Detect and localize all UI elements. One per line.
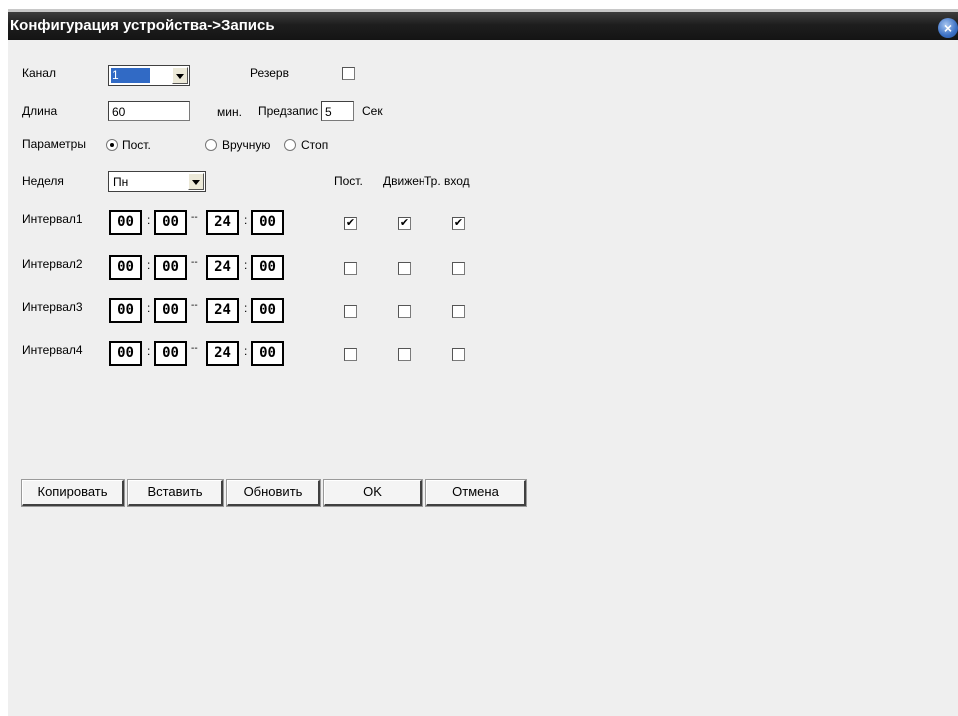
motion-checkbox[interactable] [398,262,411,275]
radio-stop[interactable] [284,139,296,151]
end-minute-input[interactable]: 00 [251,341,284,366]
end-hour-input[interactable]: 24 [206,298,239,323]
col-alarm-header: Тр. вход [424,174,470,188]
window-title: Конфигурация устройства->Запись [10,17,275,34]
length-label: Длина [22,104,58,118]
start-hour-input[interactable]: 00 [109,255,142,280]
channel-select[interactable]: 1 [108,65,190,86]
end-minute-input[interactable]: 00 [251,210,284,235]
time-separator: : [147,344,151,358]
col-motion-header: Движен [383,174,424,188]
alarm-checkbox[interactable] [452,305,465,318]
range-separator: -- [191,257,198,268]
length-input[interactable]: 60 [108,101,190,121]
copy-button[interactable]: Копировать [21,479,125,507]
channel-label: Канал [22,66,56,80]
start-minute-input[interactable]: 00 [154,255,187,280]
interval-label: Интервал1 [22,212,83,226]
radio-const[interactable] [106,139,118,151]
alarm-checkbox[interactable]: ✔ [452,217,465,230]
close-icon[interactable]: × [938,18,958,38]
end-hour-input[interactable]: 24 [206,341,239,366]
interval-label: Интервал4 [22,343,83,357]
alarm-checkbox[interactable] [452,262,465,275]
time-separator: : [147,301,151,315]
week-select[interactable]: Пн [108,171,206,192]
motion-checkbox[interactable] [398,305,411,318]
range-separator: -- [191,343,198,354]
reserve-checkbox[interactable] [342,67,355,80]
config-panel: Канал 1 Резерв Длина 60 мин. Предзапис 5… [8,40,958,716]
start-hour-input[interactable]: 00 [109,298,142,323]
prerecord-label: Предзапис [258,104,319,118]
time-separator: : [244,213,248,227]
end-hour-input[interactable]: 24 [206,210,239,235]
chevron-down-icon[interactable] [172,67,188,84]
time-separator: : [244,301,248,315]
start-minute-input[interactable]: 00 [154,341,187,366]
channel-value: 1 [111,68,150,83]
start-hour-input[interactable]: 00 [109,341,142,366]
cancel-button[interactable]: Отмена [425,479,527,507]
time-separator: : [244,344,248,358]
ok-button[interactable]: OK [323,479,423,507]
start-minute-input[interactable]: 00 [154,210,187,235]
paste-button[interactable]: Вставить [127,479,224,507]
const-checkbox[interactable] [344,305,357,318]
radio-stop-label: Стоп [301,138,329,152]
alarm-checkbox[interactable] [452,348,465,361]
const-checkbox[interactable] [344,348,357,361]
start-hour-input[interactable]: 00 [109,210,142,235]
prerecord-unit: Сек [362,104,383,118]
parameter-label: Параметры [22,137,86,151]
refresh-button[interactable]: Обновить [226,479,321,507]
start-minute-input[interactable]: 00 [154,298,187,323]
motion-checkbox[interactable]: ✔ [398,217,411,230]
interval-label: Интервал2 [22,257,83,271]
radio-manual-label: Вручную [222,138,271,152]
reserve-label: Резерв [250,66,289,80]
time-separator: : [147,258,151,272]
chevron-down-icon[interactable] [188,173,204,190]
const-checkbox[interactable]: ✔ [344,217,357,230]
prerecord-input[interactable]: 5 [321,101,354,121]
week-value: Пн [113,175,129,189]
radio-const-label: Пост. [122,138,151,152]
range-separator: -- [191,300,198,311]
week-label: Неделя [22,174,64,188]
interval-label: Интервал3 [22,300,83,314]
length-unit: мин. [217,105,242,119]
end-minute-input[interactable]: 00 [251,298,284,323]
end-hour-input[interactable]: 24 [206,255,239,280]
end-minute-input[interactable]: 00 [251,255,284,280]
radio-manual[interactable] [205,139,217,151]
time-separator: : [244,258,248,272]
range-separator: -- [191,212,198,223]
const-checkbox[interactable] [344,262,357,275]
motion-checkbox[interactable] [398,348,411,361]
col-const-header: Пост. [334,174,363,188]
time-separator: : [147,213,151,227]
